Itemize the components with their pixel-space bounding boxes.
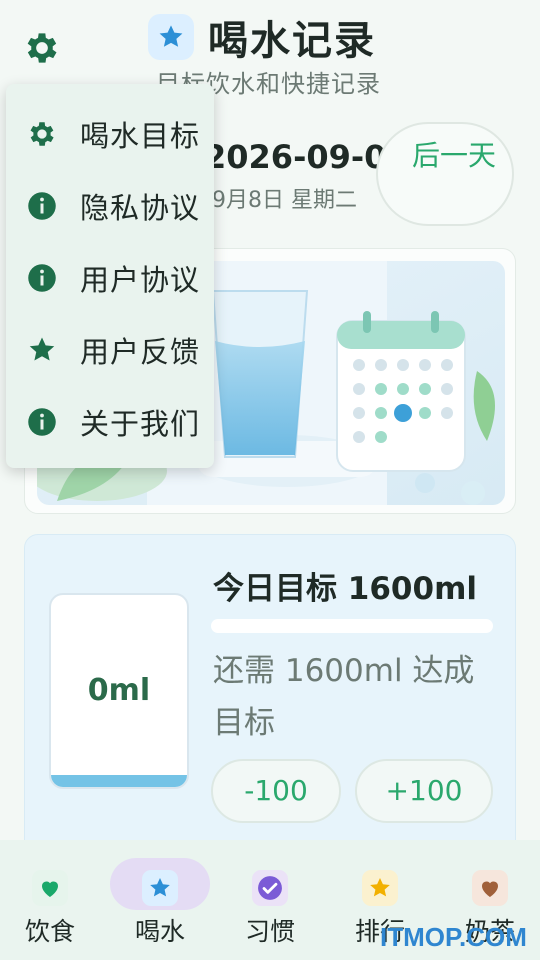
title-badge xyxy=(148,14,194,60)
settings-button[interactable] xyxy=(22,28,62,68)
nav-label: 喝水 xyxy=(134,917,185,946)
settings-menu: 喝水目标 隐私协议 用户协议 用户反馈 关于我们 xyxy=(6,84,214,468)
menu-item-feedback[interactable]: 用户反馈 xyxy=(6,314,214,386)
cup-water-level xyxy=(51,775,187,787)
menu-item-about[interactable]: 关于我们 xyxy=(6,386,214,458)
menu-item-user-agreement[interactable]: 用户协议 xyxy=(6,242,214,314)
gear-icon xyxy=(27,33,57,63)
info-icon xyxy=(26,406,58,438)
gear-icon xyxy=(26,118,58,150)
remaining-text: 还需 1600ml 达成目标 xyxy=(213,653,475,741)
menu-item-label: 喝水目标 xyxy=(80,119,201,153)
plus-100-button[interactable]: +100 xyxy=(355,759,493,823)
minus-100-button[interactable]: -100 xyxy=(211,759,341,823)
progress-bar xyxy=(211,619,493,633)
current-intake: 0ml xyxy=(87,673,151,708)
star-icon xyxy=(159,25,183,47)
title-group: 喝水记录 xyxy=(148,8,376,66)
info-icon xyxy=(26,262,58,294)
menu-item-label: 关于我们 xyxy=(80,407,201,441)
star-icon xyxy=(142,870,178,906)
next-day-button[interactable]: 后一天 xyxy=(376,122,514,226)
info-icon xyxy=(26,190,58,222)
star-icon xyxy=(26,334,58,366)
menu-item-privacy[interactable]: 隐私协议 xyxy=(6,170,214,242)
page-title: 喝水记录 xyxy=(208,18,376,64)
water-cup: 0ml xyxy=(49,593,189,789)
goal-title: 今日目标 1600ml xyxy=(213,571,477,607)
menu-item-water-goal[interactable]: 喝水目标 xyxy=(6,98,214,170)
goal-card: 0ml 今日目标 1600ml 还需 1600ml 达成目标 -100 +100 xyxy=(24,534,516,854)
menu-item-label: 用户协议 xyxy=(80,263,201,297)
site-watermark: ITMOP.COM xyxy=(380,922,527,952)
nav-item-diet[interactable]: 饮食 xyxy=(0,858,100,952)
nav-label: 饮食 xyxy=(24,917,75,946)
nav-item-water[interactable]: 喝水 xyxy=(110,858,210,952)
star-icon xyxy=(362,870,398,906)
nav-label: 习惯 xyxy=(244,917,295,946)
nav-item-habits[interactable]: 习惯 xyxy=(220,858,320,952)
weekday-display: 9月8日 星期二 xyxy=(212,188,357,213)
menu-item-label: 隐私协议 xyxy=(80,191,201,225)
heart-icon xyxy=(472,870,508,906)
heart-icon xyxy=(32,870,68,906)
check-circle-icon xyxy=(252,870,288,906)
menu-item-label: 用户反馈 xyxy=(80,335,201,369)
